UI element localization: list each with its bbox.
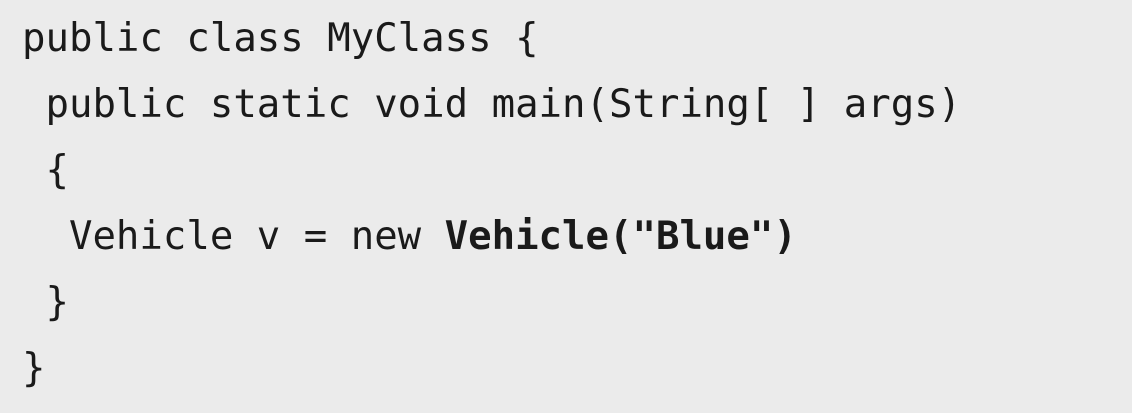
- code-line-2: public static void main(String[ ] args): [22, 72, 1132, 138]
- code-line-4: Vehicle v = new Vehicle("Blue"): [22, 204, 1132, 270]
- code-line-3: {: [22, 138, 1132, 204]
- code-text: public class MyClass {: [22, 16, 539, 61]
- code-line-1: public class MyClass {: [22, 6, 1132, 72]
- code-text: Vehicle v = new: [22, 214, 445, 259]
- code-text: {: [22, 148, 69, 193]
- code-text: }: [22, 280, 69, 325]
- code-line-6: }: [22, 336, 1132, 402]
- code-snippet: public class MyClass { public static voi…: [0, 0, 1132, 413]
- code-text: public static void main(String[ ] args): [22, 82, 962, 127]
- code-text: }: [22, 346, 46, 391]
- code-bold-constructor: Vehicle("Blue"): [444, 214, 797, 259]
- code-line-5: }: [22, 270, 1132, 336]
